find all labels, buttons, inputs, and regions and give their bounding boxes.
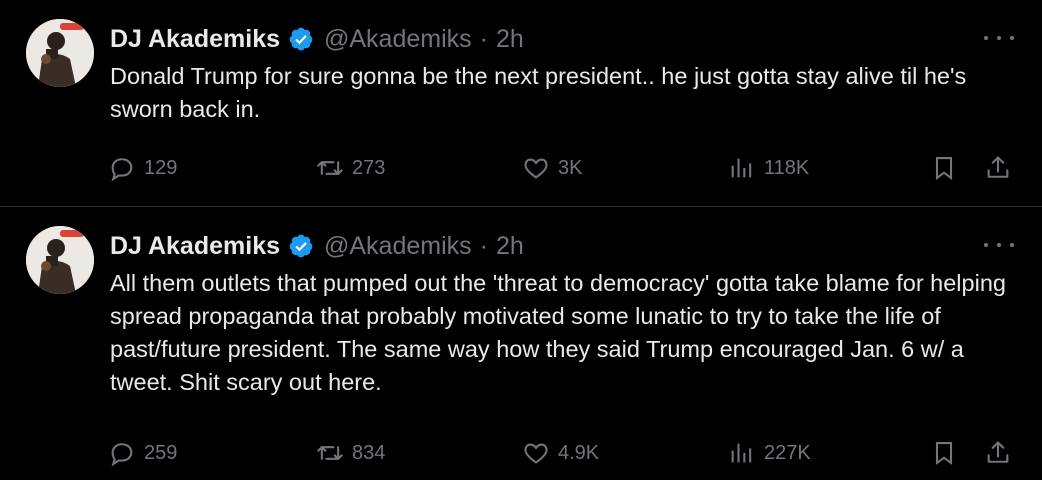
bookmark-icon xyxy=(935,442,953,466)
retweet-icon xyxy=(317,161,343,175)
reply-count: 259 xyxy=(144,441,178,464)
display-name[interactable]: DJ Akademiks xyxy=(110,25,280,54)
like-icon xyxy=(524,158,548,179)
avatar[interactable] xyxy=(26,226,94,294)
share-icon xyxy=(987,441,1009,463)
like-count: 3K xyxy=(558,156,583,179)
reply-button[interactable]: 259 xyxy=(108,433,177,473)
like-icon xyxy=(524,443,548,464)
verified-badge-icon xyxy=(289,27,313,51)
action-bar: 129 273 3K 118K xyxy=(0,148,1042,188)
separator: · xyxy=(479,231,488,260)
retweet-button[interactable]: 834 xyxy=(316,433,385,473)
views-button[interactable]: 118K xyxy=(728,148,809,188)
timestamp[interactable]: 2h xyxy=(496,232,524,261)
like-button[interactable]: 3K xyxy=(522,148,582,188)
more-icon[interactable] xyxy=(984,235,1014,255)
more-icon[interactable] xyxy=(984,28,1014,48)
views-icon xyxy=(731,443,752,463)
bookmark-button[interactable] xyxy=(930,433,958,473)
separator: · xyxy=(479,24,488,53)
like-count: 4.9K xyxy=(558,441,600,464)
handle[interactable]: @Akademiks xyxy=(324,232,472,261)
tweet-text: Donald Trump for sure gonna be the next … xyxy=(110,63,967,122)
share-icon xyxy=(987,156,1009,178)
avatar[interactable] xyxy=(26,19,94,87)
retweet-icon xyxy=(317,446,343,460)
action-bar: 259 834 4.9K 227K xyxy=(0,433,1042,473)
tweet[interactable]: DJ Akademiks @Akademiks · 2h Donald Trum… xyxy=(0,0,1042,206)
display-name[interactable]: DJ Akademiks xyxy=(110,232,280,261)
tweet[interactable]: DJ Akademiks @Akademiks · 2h All them ou… xyxy=(0,207,1042,480)
reply-button[interactable]: 129 xyxy=(108,148,177,188)
reply-icon xyxy=(111,443,133,467)
retweet-button[interactable]: 273 xyxy=(316,148,385,188)
verified-badge-icon xyxy=(289,234,313,258)
reply-icon xyxy=(111,158,133,182)
view-count: 118K xyxy=(764,156,810,179)
like-button[interactable]: 4.9K xyxy=(522,433,599,473)
retweet-count: 273 xyxy=(352,156,386,179)
share-button[interactable] xyxy=(984,148,1012,188)
tweet-text: All them outlets that pumped out the 'th… xyxy=(110,270,1006,395)
view-count: 227K xyxy=(764,441,811,464)
timestamp[interactable]: 2h xyxy=(496,25,524,54)
views-button[interactable]: 227K xyxy=(728,433,811,473)
reply-count: 129 xyxy=(144,156,178,179)
bookmark-button[interactable] xyxy=(930,148,958,188)
share-button[interactable] xyxy=(984,433,1012,473)
bookmark-icon xyxy=(935,157,953,181)
retweet-count: 834 xyxy=(352,441,386,464)
handle[interactable]: @Akademiks xyxy=(324,25,472,54)
views-icon xyxy=(731,158,752,178)
